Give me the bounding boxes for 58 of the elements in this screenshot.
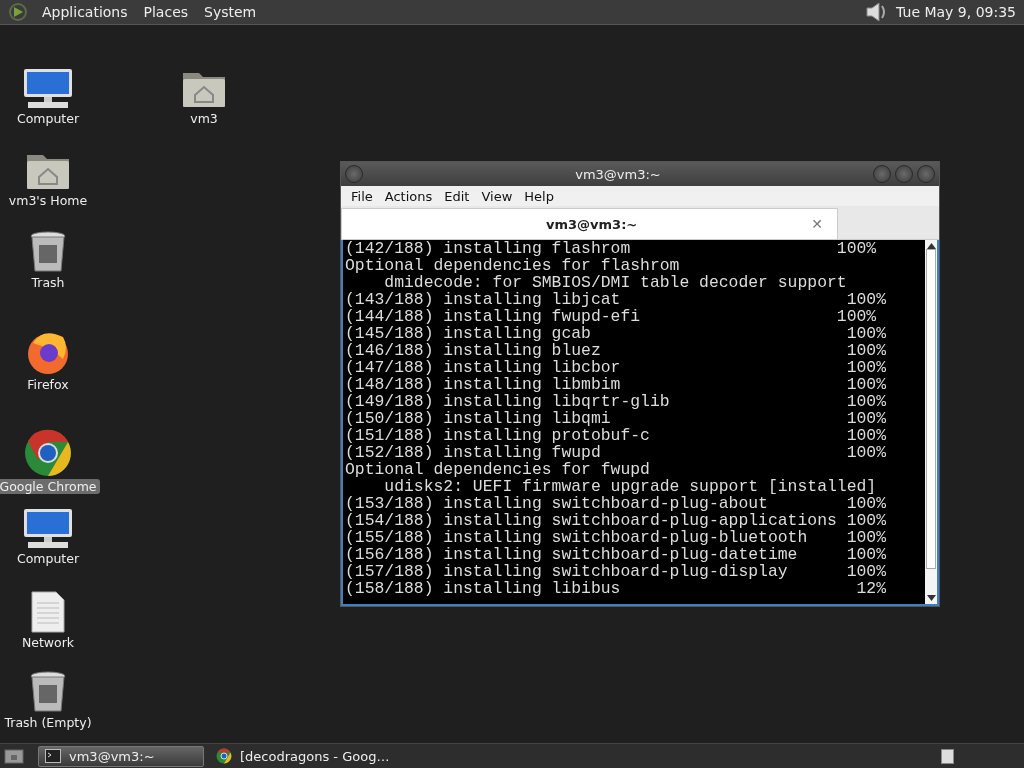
panel-menu[interactable]: Applications	[34, 4, 136, 20]
terminal-line: (147/188) installing libcbor 100%	[345, 359, 887, 376]
icon-label[interactable]: vm3	[187, 111, 221, 126]
scroll-thumb[interactable]	[926, 249, 936, 569]
menu-item[interactable]: Help	[518, 188, 560, 204]
terminal-line: (145/188) installing gcab 100%	[345, 325, 887, 342]
trash-icon[interactable]	[29, 231, 67, 273]
menu-item[interactable]: Actions	[378, 188, 439, 204]
icon-label[interactable]: Computer	[13, 111, 83, 126]
scroll-down-icon[interactable]	[926, 595, 936, 601]
terminal-line: (157/188) installing switchboard-plug-display 100%	[345, 563, 887, 580]
panel-menu[interactable]: System	[196, 4, 265, 20]
taskbar-button[interactable]: [decodragons - Goog…	[210, 745, 396, 767]
menu-item[interactable]: Edit	[438, 188, 476, 204]
show-desktop-icon[interactable]	[4, 748, 24, 764]
terminal-line: dmidecode: for SMBIOS/DMI table decoder support	[383, 274, 848, 291]
terminal-line: (155/188) installing switchboard-plug-bluetooth 100%	[345, 529, 887, 546]
tab-close-button[interactable]: ✕	[811, 216, 823, 232]
workspace-switcher[interactable]	[941, 748, 954, 764]
icon-label[interactable]: Computer	[13, 551, 83, 566]
document-icon[interactable]	[30, 591, 66, 633]
terminal-line: (144/188) installing fwupd-efi 100%	[345, 308, 878, 325]
icon-label[interactable]: Google Chrome	[0, 479, 100, 494]
icon-label[interactable]: Trash	[28, 275, 68, 290]
icon-label[interactable]: Network	[18, 635, 78, 650]
computer-icon[interactable]	[22, 509, 74, 549]
terminal-line: (143/188) installing libjcat 100%	[345, 291, 887, 308]
icon-label[interactable]: vm3's Home	[5, 193, 91, 208]
terminal-line: (150/188) installing libqmi 100%	[345, 410, 887, 427]
terminal-line: (146/188) installing bluez 100%	[345, 342, 887, 359]
terminal-line: udisks2: UEFI firmware upgrade support [installed]	[383, 478, 878, 495]
menu-item[interactable]: File	[345, 188, 379, 204]
terminal-line: (142/188) installing flashrom 100%	[345, 240, 878, 257]
icon-label[interactable]: Firefox	[24, 377, 72, 392]
panel-menu[interactable]: Places	[135, 4, 197, 20]
terminal-line: (152/188) installing fwupd 100%	[345, 444, 887, 461]
terminal-icon	[45, 749, 61, 763]
chrome-icon[interactable]	[24, 429, 72, 477]
chrome-icon	[216, 748, 232, 764]
terminal-line: (158/188) installing libibus 12%	[345, 580, 887, 597]
play-logo-icon[interactable]	[8, 2, 28, 22]
terminal-line: (151/188) installing protobuf-c 100%	[345, 427, 887, 444]
terminal-line: Optional dependencies for flashrom	[345, 257, 681, 274]
icon-label[interactable]: Trash (Empty)	[1, 715, 95, 730]
terminal-tab[interactable]: vm3@vm3:~ ✕	[341, 208, 838, 239]
terminal-line: (149/188) installing libqrtr-glib 100%	[345, 393, 887, 410]
terminal-line: (148/188) installing libmbim 100%	[345, 376, 887, 393]
terminal-line: (153/188) installing switchboard-plug-about 100%	[345, 495, 887, 512]
scrollbar[interactable]	[925, 240, 937, 604]
window-title: vm3@vm3:~	[574, 166, 662, 182]
trash-icon[interactable]	[29, 671, 67, 713]
taskbar-button[interactable]: vm3@vm3:~	[38, 745, 204, 767]
terminal-line: (156/188) installing switchboard-plug-datetime 100%	[345, 546, 887, 563]
computer-icon[interactable]	[22, 69, 74, 109]
menu-item[interactable]: View	[475, 188, 519, 204]
terminal-line: (154/188) installing switchboard-plug-applications 100%	[345, 512, 887, 529]
clock[interactable]: Tue May 9, 09:35	[896, 4, 1020, 20]
terminal-line: Optional dependencies for fwupd	[345, 461, 651, 478]
